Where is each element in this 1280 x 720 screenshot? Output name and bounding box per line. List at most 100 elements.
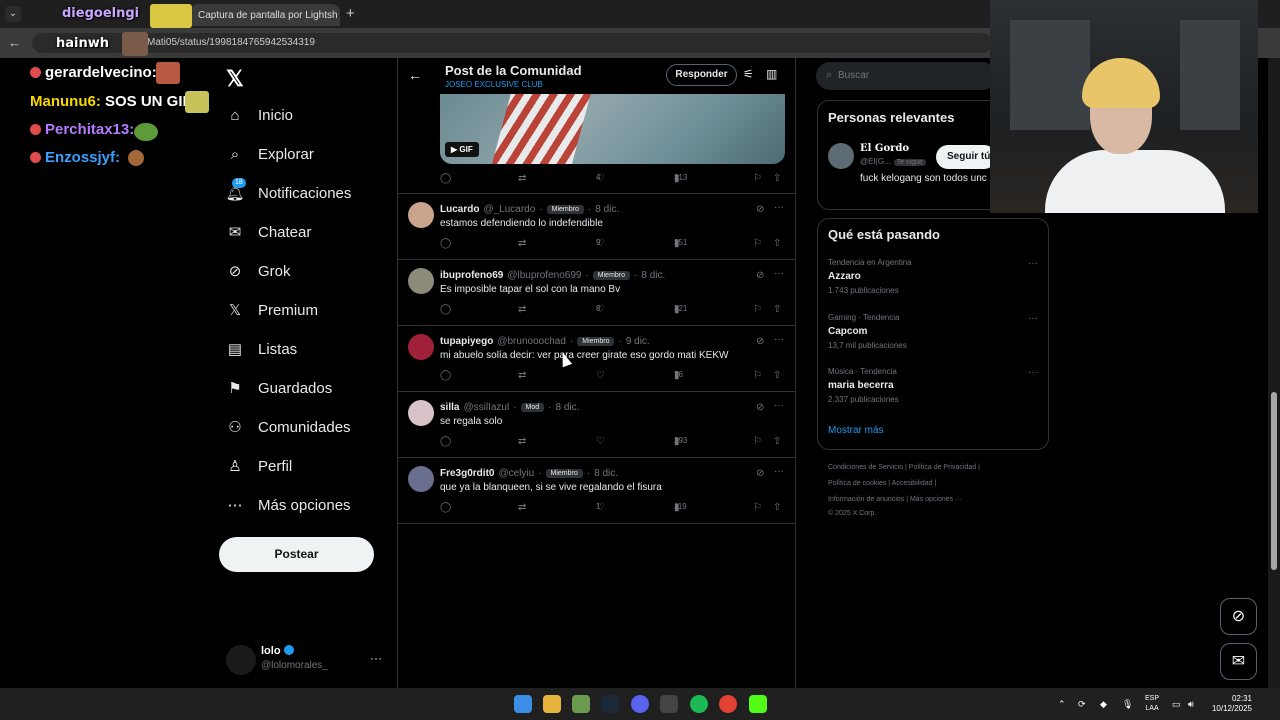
discord-icon[interactable]: [631, 695, 649, 713]
follow-button[interactable]: Seguir tú: [936, 145, 996, 169]
scrollbar[interactable]: [1268, 58, 1280, 688]
more-icon[interactable]: ···: [774, 268, 784, 279]
nav-item-label: Perfil: [258, 457, 293, 475]
grok-icon[interactable]: ⊘: [756, 468, 764, 479]
person-icon: ♙: [228, 458, 242, 475]
trend-item[interactable]: Música · Tendencia maria becerra 2.337 p…: [828, 367, 1038, 404]
author-handle[interactable]: @_Lucardo: [483, 204, 535, 215]
x-logo-icon[interactable]: 𝕏: [226, 66, 244, 92]
post-date[interactable]: 8 dic.: [556, 402, 580, 413]
scrollbar-thumb[interactable]: [1271, 392, 1277, 570]
steam-icon[interactable]: [601, 695, 619, 713]
app-icon[interactable]: [572, 695, 590, 713]
avatar[interactable]: [408, 268, 434, 294]
avatar[interactable]: [408, 400, 434, 426]
author-handle[interactable]: @lbuprofeno699: [507, 270, 581, 281]
chrome-icon[interactable]: [719, 695, 737, 713]
nav-item-guardados[interactable]: ⚑ Guardados: [226, 375, 332, 401]
browser-back-icon[interactable]: ←: [8, 35, 21, 50]
relevant-name[interactable]: El Gordo: [860, 143, 909, 154]
app-icon[interactable]: [660, 695, 678, 713]
post-date[interactable]: 9 dic.: [626, 336, 650, 347]
nav-item-grok[interactable]: ⊘ Grok: [226, 258, 291, 284]
sliders-icon[interactable]: ⚟: [743, 67, 754, 81]
new-tab-button[interactable]: +: [346, 5, 355, 22]
windows-start-icon[interactable]: [514, 695, 532, 713]
author-name[interactable]: Lucardo: [440, 204, 479, 215]
microphone-icon[interactable]: 🎙︎: [1122, 699, 1133, 710]
avatar[interactable]: [408, 202, 434, 228]
avatar[interactable]: [408, 466, 434, 492]
more-icon[interactable]: ···: [774, 334, 784, 345]
more-icon[interactable]: ···: [774, 202, 784, 213]
reply-button[interactable]: Responder: [666, 64, 737, 86]
retweet-icon: ⇄: [518, 238, 527, 249]
nav-item-perfil[interactable]: ♙ Perfil: [226, 453, 292, 479]
grok-icon[interactable]: ⊘: [756, 270, 764, 281]
reply-icon: ◯: [440, 436, 452, 447]
trend-item[interactable]: Gaming · Tendencia Capcom 13,7 mil publi…: [828, 313, 1038, 350]
nav-item-premium[interactable]: 𝕏 Premium: [226, 297, 318, 323]
spotify-icon[interactable]: [690, 695, 708, 713]
bookmark-icon: ⚐: [753, 370, 762, 381]
post-date[interactable]: 8 dic.: [595, 204, 619, 215]
gif-media[interactable]: ▶ GIF: [440, 94, 785, 164]
author-handle[interactable]: @ssilIazul: [463, 402, 509, 413]
post-date[interactable]: 8 dic.: [641, 270, 665, 281]
nav-item-inicio[interactable]: ⌂ Inicio: [226, 102, 293, 128]
author-name[interactable]: silla: [440, 402, 459, 413]
grok-icon[interactable]: ⊘: [756, 336, 764, 347]
nav-item-más-opciones[interactable]: ⋯ Más opciones: [226, 492, 351, 518]
post-button[interactable]: Postear: [219, 537, 374, 572]
tab-2[interactable]: Captura de pantalla por Lightsh ✕: [190, 4, 340, 26]
nav-item-comunidades[interactable]: ⚇ Comunidades: [226, 414, 350, 440]
more-icon[interactable]: ···: [370, 651, 382, 665]
more-icon[interactable]: ···: [774, 466, 784, 477]
search-input[interactable]: Buscar: [816, 62, 996, 90]
tab-list-dropdown-icon[interactable]: ⌄: [5, 6, 21, 22]
communities-icon: ⚇: [228, 419, 242, 436]
more-icon[interactable]: ···: [1028, 258, 1038, 269]
author-name[interactable]: Fre3g0rdit0: [440, 468, 494, 479]
nav-item-notificaciones[interactable]: 🔔︎ 18 Notificaciones: [225, 178, 351, 206]
home-icon: ⌂: [230, 106, 240, 124]
more-icon[interactable]: ···: [1028, 313, 1038, 324]
show-more-link[interactable]: Mostrar más: [828, 425, 884, 436]
grok-icon[interactable]: ⊘: [756, 204, 764, 215]
trend-item[interactable]: Tendencia en Argentina Azzaro 1.743 publ…: [828, 258, 1038, 295]
author-name[interactable]: tupapiyego: [440, 336, 493, 347]
tray-icon[interactable]: ◆: [1100, 699, 1107, 710]
author-handle[interactable]: @brunooochad: [497, 336, 566, 347]
community-name[interactable]: JOSEO EXCLUSIVE CLUB: [445, 80, 543, 89]
kick-icon[interactable]: [749, 695, 767, 713]
footer-links[interactable]: Política de cookies | Accesibilidad |: [828, 480, 936, 487]
tray-icon[interactable]: ⟳: [1078, 699, 1086, 710]
clock[interactable]: 02:31 10/12/2025: [1208, 694, 1252, 714]
reader-view-icon[interactable]: ▥: [766, 67, 777, 81]
footer-links[interactable]: Condiciones de Servicio | Política de Pr…: [828, 464, 980, 471]
footer-links[interactable]: Información de anuncios | Más opciones ·…: [828, 496, 962, 503]
grok-icon[interactable]: ⊘: [756, 402, 764, 413]
avatar[interactable]: [408, 334, 434, 360]
file-explorer-icon[interactable]: [543, 695, 561, 713]
volume-icon[interactable]: 🔊︎: [1188, 699, 1194, 710]
more-icon[interactable]: ···: [1028, 367, 1038, 378]
messages-icon[interactable]: ✉: [1220, 643, 1257, 680]
nav-item-explorar[interactable]: ⌕ Explorar: [226, 141, 314, 167]
nav-item-chatear[interactable]: ✉ Chatear: [226, 219, 312, 245]
language-indicator[interactable]: ESP LAA: [1145, 694, 1159, 714]
gif-badge[interactable]: ▶ GIF: [445, 142, 479, 157]
nav-item-listas[interactable]: ▤ Listas: [226, 336, 297, 362]
avatar: [226, 645, 256, 675]
author-handle[interactable]: @celyiu: [498, 468, 534, 479]
url-field[interactable]: ordoMati05/status/1998184765942534319: [32, 33, 992, 53]
more-icon[interactable]: ···: [774, 400, 784, 411]
grok-icon[interactable]: ⊘: [1220, 598, 1257, 635]
back-arrow-icon[interactable]: ←: [408, 67, 422, 83]
post-date[interactable]: 8 dic.: [594, 468, 618, 479]
author-name[interactable]: ibuprofeno69: [440, 270, 503, 281]
network-icon[interactable]: ▭: [1172, 699, 1181, 710]
avatar[interactable]: [828, 143, 854, 169]
relevant-bio: fuck kelogang son todos unc: [860, 173, 987, 184]
chevron-up-icon[interactable]: ⌃: [1058, 699, 1066, 710]
